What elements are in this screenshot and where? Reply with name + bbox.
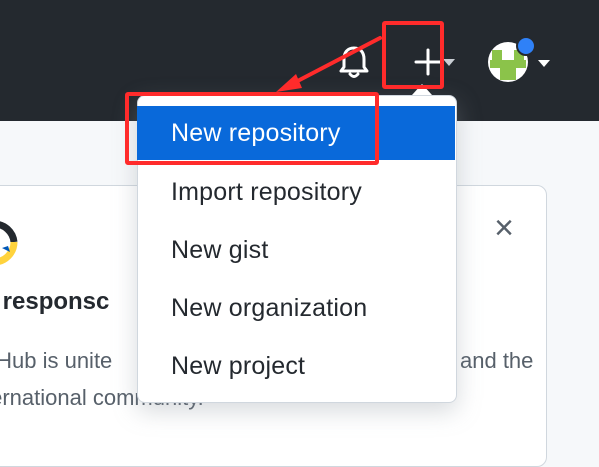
close-icon[interactable]: ×	[488, 211, 520, 245]
octocat-logo-icon	[0, 221, 18, 265]
annotation-box-plus	[382, 21, 444, 89]
annotation-box-new-repository	[125, 92, 379, 165]
avatar[interactable]	[486, 36, 556, 88]
menu-item-import-repository[interactable]: Import repository	[137, 165, 455, 219]
caret-down-icon	[443, 59, 455, 66]
menu-item-new-organization[interactable]: New organization	[137, 281, 455, 335]
card-title: ur responsc	[0, 288, 110, 315]
menu-item-new-project[interactable]: New project	[137, 339, 455, 393]
card-text-line1-end: and the	[460, 348, 534, 373]
annotation-arrow-icon	[276, 36, 382, 92]
menu-item-new-gist[interactable]: New gist	[137, 223, 455, 277]
